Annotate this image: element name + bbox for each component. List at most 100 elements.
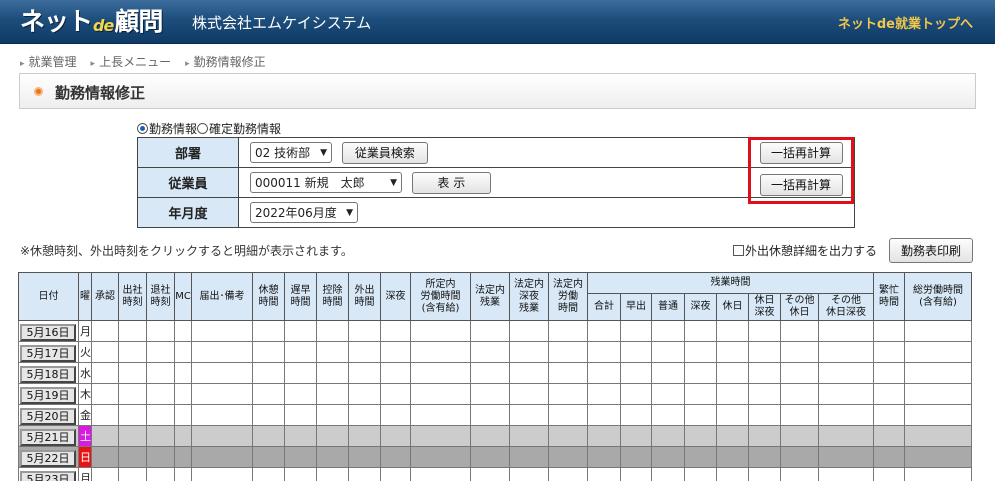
table-cell[interactable] (191, 341, 253, 363)
table-cell[interactable] (174, 383, 192, 405)
table-cell[interactable] (470, 383, 510, 405)
print-timesheet-button[interactable]: 勤務表印刷 (889, 238, 973, 263)
table-cell[interactable] (284, 467, 317, 481)
table-cell[interactable] (91, 467, 119, 481)
table-cell[interactable] (620, 341, 652, 363)
radio-work-info[interactable] (137, 123, 148, 134)
date-button[interactable]: 5月16日 (20, 323, 76, 341)
app-logo[interactable]: ネット de 顧問 (20, 4, 163, 38)
table-cell[interactable] (548, 446, 588, 468)
table-cell[interactable] (818, 404, 874, 426)
table-cell[interactable] (651, 425, 685, 447)
employee-select[interactable]: 000011 新規 太郎 ▼ (250, 172, 402, 193)
table-cell[interactable] (410, 362, 471, 384)
table-cell[interactable] (748, 362, 781, 384)
table-cell[interactable] (470, 320, 510, 342)
table-cell[interactable] (780, 446, 819, 468)
table-cell[interactable] (252, 404, 285, 426)
table-cell[interactable] (284, 425, 317, 447)
employee-search-button[interactable]: 従業員検索 (341, 141, 428, 164)
table-cell[interactable] (904, 383, 972, 405)
table-cell[interactable] (780, 404, 819, 426)
table-cell[interactable] (252, 446, 285, 468)
table-cell[interactable] (509, 383, 549, 405)
table-cell[interactable] (873, 425, 905, 447)
table-cell[interactable] (509, 404, 549, 426)
table-cell[interactable] (780, 362, 819, 384)
table-cell[interactable] (252, 341, 285, 363)
table-cell[interactable] (348, 446, 381, 468)
table-cell[interactable] (548, 404, 588, 426)
table-cell[interactable] (904, 446, 972, 468)
table-cell[interactable] (904, 467, 972, 481)
table-cell[interactable] (548, 320, 588, 342)
table-cell[interactable] (252, 425, 285, 447)
table-cell[interactable] (191, 467, 253, 481)
table-cell[interactable] (284, 383, 317, 405)
table-cell[interactable] (904, 341, 972, 363)
break-detail-checkbox[interactable] (733, 245, 744, 256)
table-cell[interactable] (509, 362, 549, 384)
table-cell[interactable] (146, 320, 175, 342)
table-cell[interactable] (348, 383, 381, 405)
table-cell[interactable] (548, 425, 588, 447)
table-cell[interactable] (91, 341, 119, 363)
table-cell[interactable] (410, 404, 471, 426)
table-cell[interactable] (252, 467, 285, 481)
table-cell[interactable] (818, 425, 874, 447)
table-cell[interactable] (380, 425, 411, 447)
table-cell[interactable] (748, 383, 781, 405)
table-cell[interactable] (470, 404, 510, 426)
table-cell[interactable] (587, 425, 621, 447)
table-cell[interactable] (651, 404, 685, 426)
table-cell[interactable] (620, 320, 652, 342)
table-cell[interactable] (780, 341, 819, 363)
table-cell[interactable] (470, 341, 510, 363)
table-cell[interactable] (252, 362, 285, 384)
date-button[interactable]: 5月20日 (20, 407, 76, 425)
table-cell[interactable] (748, 404, 781, 426)
table-cell[interactable] (316, 320, 349, 342)
table-cell[interactable] (651, 320, 685, 342)
table-cell[interactable] (818, 362, 874, 384)
table-cell[interactable] (587, 446, 621, 468)
table-cell[interactable] (118, 341, 147, 363)
radio-work-info-label[interactable]: 勤務情報 (149, 120, 197, 137)
table-cell[interactable] (316, 362, 349, 384)
table-cell[interactable] (684, 320, 717, 342)
table-cell[interactable] (174, 404, 192, 426)
table-cell[interactable] (146, 446, 175, 468)
table-cell[interactable] (118, 446, 147, 468)
table-cell[interactable] (651, 341, 685, 363)
table-cell[interactable] (509, 425, 549, 447)
table-cell[interactable] (818, 320, 874, 342)
table-cell[interactable] (587, 341, 621, 363)
table-cell[interactable] (509, 320, 549, 342)
table-cell[interactable] (410, 320, 471, 342)
table-cell[interactable] (146, 467, 175, 481)
table-cell[interactable] (651, 446, 685, 468)
table-cell[interactable] (470, 362, 510, 384)
date-button[interactable]: 5月23日 (20, 470, 76, 481)
table-cell[interactable] (684, 446, 717, 468)
table-cell[interactable] (470, 446, 510, 468)
table-cell[interactable] (470, 467, 510, 481)
table-cell[interactable] (118, 467, 147, 481)
table-cell[interactable] (348, 320, 381, 342)
table-cell[interactable] (118, 425, 147, 447)
table-cell[interactable] (316, 404, 349, 426)
table-cell[interactable] (91, 404, 119, 426)
table-cell[interactable] (174, 341, 192, 363)
table-cell[interactable] (818, 341, 874, 363)
table-cell[interactable] (684, 362, 717, 384)
table-cell[interactable] (587, 404, 621, 426)
table-cell[interactable] (410, 467, 471, 481)
table-cell[interactable] (509, 467, 549, 481)
table-cell[interactable] (316, 446, 349, 468)
table-cell[interactable] (284, 404, 317, 426)
table-cell[interactable] (904, 425, 972, 447)
table-cell[interactable] (316, 341, 349, 363)
table-cell[interactable] (587, 383, 621, 405)
table-cell[interactable] (620, 404, 652, 426)
table-cell[interactable] (174, 362, 192, 384)
